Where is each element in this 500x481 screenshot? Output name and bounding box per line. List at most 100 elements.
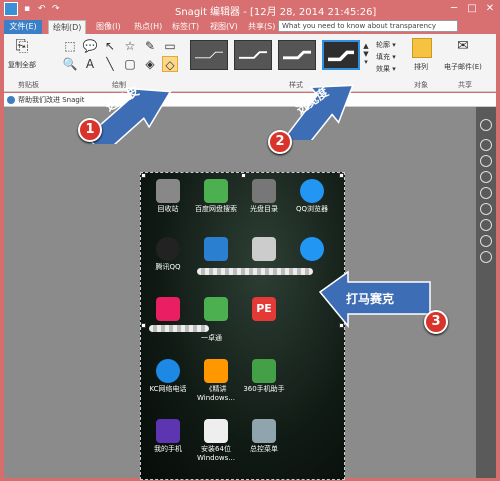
baidu-pan-search-icon xyxy=(204,179,228,203)
desktop-icon-recycle-bin[interactable]: 回收站 xyxy=(145,179,191,214)
style-thumb-3[interactable] xyxy=(278,40,316,70)
mosaic-blur-2 xyxy=(149,325,209,332)
toolbar-button-3[interactable] xyxy=(480,155,492,167)
tab-draw[interactable]: 绘制(D) xyxy=(48,20,87,34)
desktop-icon-kc-phone[interactable]: KC网络电话 xyxy=(145,359,191,394)
desktop-icon-ie[interactable] xyxy=(289,237,335,263)
qq-browser-icon xyxy=(300,179,324,203)
shape-icon[interactable]: ▢ xyxy=(122,56,138,72)
eraser-icon[interactable]: ◇ xyxy=(162,56,178,72)
style-thumb-1[interactable] xyxy=(190,40,228,70)
pen-icon[interactable]: ✎ xyxy=(142,38,158,54)
desktop-icon-tencent-qq[interactable]: 腾讯QQ xyxy=(145,237,191,272)
desktop-icon-windows-guide[interactable]: 《精讲 Windows... xyxy=(193,359,239,403)
desktop-icon-my-phone[interactable]: 我的手机 xyxy=(145,419,191,454)
clipboard-group-label: 剪贴板 xyxy=(18,81,39,89)
callout-icon[interactable]: 💬 xyxy=(82,38,98,54)
desktop-icon-control-menu[interactable]: 总控菜单 xyxy=(241,419,287,454)
right-toolbar xyxy=(476,107,496,478)
fill-dropdown[interactable]: 填充 ▾ xyxy=(376,52,396,62)
windows-guide-icon xyxy=(204,359,228,383)
cloud-icon xyxy=(204,237,228,261)
kc-phone-icon xyxy=(156,359,180,383)
line-icon[interactable]: ╲ xyxy=(102,56,118,72)
desktop-icon-yizhuotong[interactable] xyxy=(193,297,239,323)
email-icon[interactable]: ✉ xyxy=(452,38,474,56)
redo-icon[interactable]: ↷ xyxy=(52,4,62,14)
save-icon[interactable]: ▪ xyxy=(24,4,34,14)
toolbar-button-5[interactable] xyxy=(480,187,492,199)
resize-handle-tr[interactable] xyxy=(339,173,344,178)
toolbar-button-8[interactable] xyxy=(480,235,492,247)
resize-handle-l[interactable] xyxy=(141,323,146,328)
undo-icon[interactable]: ↶ xyxy=(38,4,48,14)
desktop-icon-install-windows[interactable]: 安装64位 Windows... xyxy=(193,419,239,463)
object-group-label: 对象 xyxy=(414,81,428,89)
toolbar-button-7[interactable] xyxy=(480,219,492,231)
my-phone-icon xyxy=(156,419,180,443)
arrange-icon[interactable] xyxy=(412,38,432,58)
ie-icon xyxy=(300,237,324,261)
desktop-icon-baidu-pan-search[interactable]: 百度网盘搜索 xyxy=(193,179,239,214)
minimize-button[interactable]: ─ xyxy=(446,2,462,16)
style-thumb-4-selected[interactable] xyxy=(322,40,360,70)
control-menu-icon xyxy=(252,419,276,443)
pink-app-icon xyxy=(156,297,180,321)
tab-hotspot[interactable]: 热点(H) xyxy=(130,20,166,34)
tab-tags[interactable]: 标签(T) xyxy=(168,20,203,34)
resize-handle-t[interactable] xyxy=(241,173,246,178)
image-canvas[interactable]: 回收站 百度网盘搜索 光盘目录 QQ浏览器 腾讯QQ PE 一卓通 KC网络电话 xyxy=(140,172,345,480)
stamp-icon[interactable]: ☆ xyxy=(122,38,138,54)
callout-text-3: 打马赛克 xyxy=(346,292,395,306)
desktop-icon-cloud[interactable] xyxy=(193,237,239,263)
copy-all-icon[interactable]: ⎘ xyxy=(12,38,32,58)
snagit-app-icon[interactable] xyxy=(4,2,18,16)
callout-badge-1: 1 xyxy=(78,118,102,142)
mosaic-blur-1 xyxy=(197,268,313,275)
desktop-icon-pe[interactable]: PE xyxy=(241,297,287,323)
info-bar-text[interactable]: 帮助我们改进 Snagit xyxy=(18,96,85,104)
email-label[interactable]: 电子邮件(E) xyxy=(444,62,482,72)
text-icon[interactable]: A xyxy=(82,56,98,72)
yizhuotong-label: 一卓通 xyxy=(201,334,222,342)
toolbar-button-2[interactable] xyxy=(480,139,492,151)
toolbar-button-4[interactable] xyxy=(480,171,492,183)
share-group-label: 共享 xyxy=(458,81,472,89)
toolbar-button-6[interactable] xyxy=(480,203,492,215)
help-search-input[interactable]: What you need to know about transparency xyxy=(278,20,458,32)
highlighter-icon[interactable]: ▭ xyxy=(162,38,178,54)
style-thumb-2[interactable] xyxy=(234,40,272,70)
arrange-label[interactable]: 排列 xyxy=(414,62,428,72)
callout-badge-2: 2 xyxy=(268,130,292,154)
desktop-icon-robot[interactable] xyxy=(241,237,287,263)
tab-image[interactable]: 图像(I) xyxy=(92,20,125,34)
copy-all-label[interactable]: 复制全部 xyxy=(8,60,36,70)
tencent-qq-icon xyxy=(156,237,180,261)
robot-icon xyxy=(252,237,276,261)
info-icon xyxy=(7,96,15,104)
disc-directory-icon xyxy=(252,179,276,203)
arrow-tool-icon[interactable]: ↖ xyxy=(102,38,118,54)
toolbar-button-1[interactable] xyxy=(480,119,492,131)
pe-icon: PE xyxy=(252,297,276,321)
toolbar-button-9[interactable] xyxy=(480,251,492,263)
desktop-icon-disc-directory[interactable]: 光盘目录 xyxy=(241,179,287,214)
desktop-icon-360-assistant[interactable]: 360手机助手 xyxy=(241,359,287,394)
effects-dropdown[interactable]: 效果 ▾ xyxy=(376,64,396,74)
install-windows-icon xyxy=(204,419,228,443)
desktop-icon-pink-app[interactable] xyxy=(145,297,191,323)
tab-share[interactable]: 共享(S) xyxy=(244,20,279,34)
maximize-button[interactable]: □ xyxy=(464,2,480,16)
resize-handle-tl[interactable] xyxy=(141,173,146,178)
outline-dropdown[interactable]: 轮廓 ▾ xyxy=(376,40,396,50)
close-button[interactable]: ✕ xyxy=(482,2,498,16)
styles-scroll[interactable]: ▲ ▼ ▾ xyxy=(362,42,370,70)
360-assistant-icon xyxy=(252,359,276,383)
selection-icon[interactable]: ⬚ xyxy=(62,38,78,54)
fill-icon[interactable]: ◈ xyxy=(142,56,158,72)
recycle-bin-icon xyxy=(156,179,180,203)
tab-view[interactable]: 视图(V) xyxy=(206,20,242,34)
zoom-icon[interactable]: 🔍 xyxy=(62,56,78,72)
tab-file[interactable]: 文件(E) xyxy=(4,20,42,34)
desktop-icon-qq-browser[interactable]: QQ浏览器 xyxy=(289,179,335,214)
